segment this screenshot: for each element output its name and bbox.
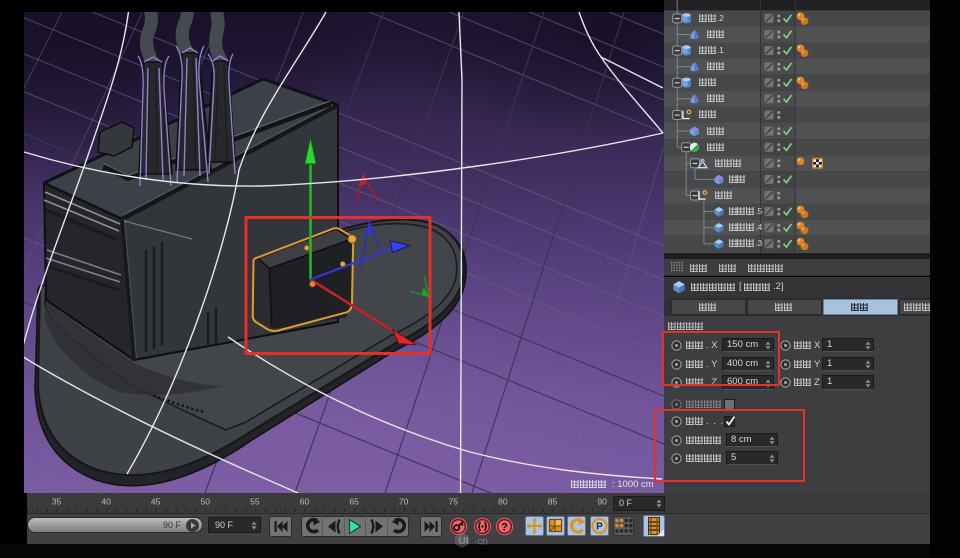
svg-text:60: 60 (300, 497, 310, 507)
svg-text:65: 65 (349, 497, 359, 507)
svg-text:35: 35 (52, 497, 62, 507)
svg-text:80: 80 (498, 497, 508, 507)
svg-text:50: 50 (201, 497, 211, 507)
svg-text:75: 75 (449, 497, 459, 507)
svg-text:55: 55 (250, 497, 260, 507)
svg-text:40: 40 (101, 497, 111, 507)
svg-text:·cn: ·cn (474, 537, 488, 548)
svg-text:90: 90 (597, 497, 607, 507)
svg-text:85: 85 (548, 497, 558, 507)
svg-text:45: 45 (151, 497, 161, 507)
svg-text:70: 70 (399, 497, 409, 507)
svg-text:P: P (596, 522, 603, 533)
svg-text:UI: UI (458, 535, 469, 547)
